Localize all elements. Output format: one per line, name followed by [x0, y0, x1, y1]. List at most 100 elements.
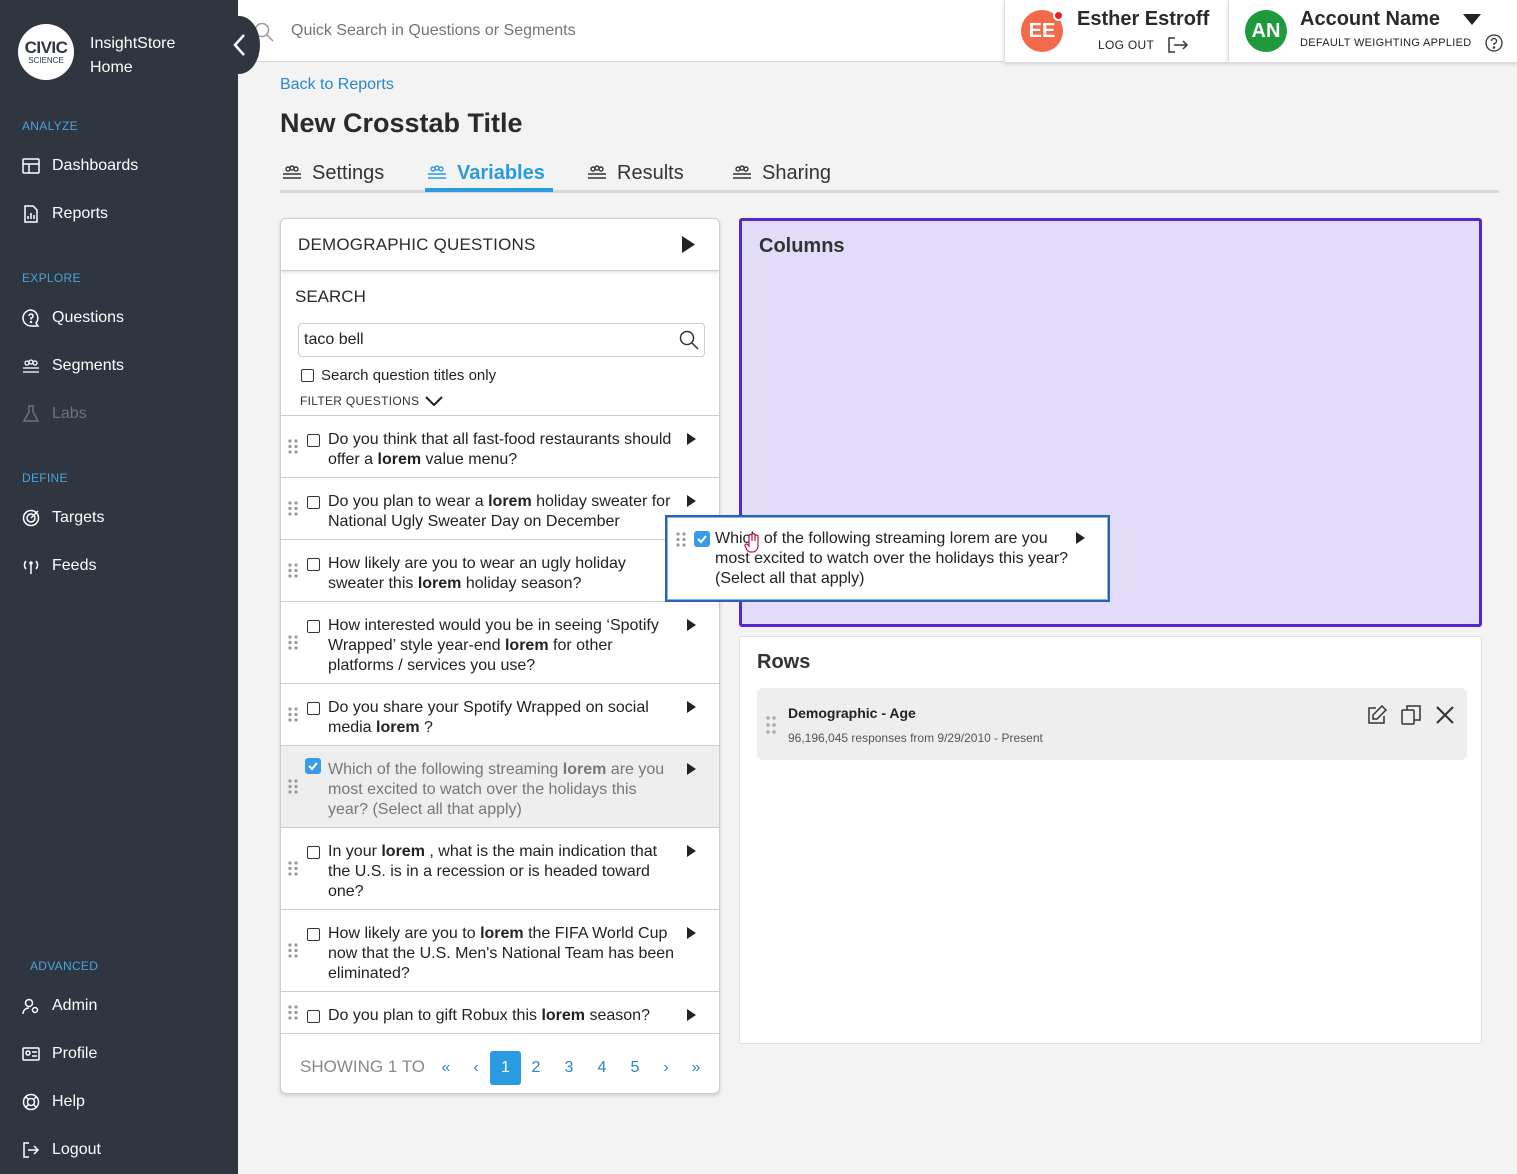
- tab-settings[interactable]: Settings: [282, 158, 384, 188]
- close-icon[interactable]: [1435, 705, 1455, 725]
- drag-handle-icon[interactable]: [288, 861, 298, 876]
- page-4-button[interactable]: 4: [595, 1051, 609, 1085]
- tab-results-label: Results: [617, 161, 684, 184]
- question-picker-panel: DEMOGRAPHIC QUESTIONS SEARCH Search ques…: [280, 218, 720, 1094]
- titles-only-option[interactable]: Search question titles only: [301, 367, 496, 384]
- caret-right-icon[interactable]: [687, 701, 696, 713]
- civic-science-logo[interactable]: CIVIC SCIENCE: [18, 24, 74, 80]
- question-checkbox[interactable]: [307, 620, 320, 633]
- first-page-button[interactable]: «: [439, 1051, 453, 1085]
- filter-questions-label: FILTER QUESTIONS: [300, 394, 420, 408]
- caret-right-icon[interactable]: [687, 927, 696, 939]
- nav-dashboards[interactable]: Dashboards: [22, 154, 138, 178]
- next-page-button[interactable]: ›: [659, 1051, 673, 1085]
- page-5-button[interactable]: 5: [628, 1051, 642, 1085]
- question-list-item[interactable]: How likely are you to wear an ugly holid…: [281, 540, 719, 602]
- last-page-button[interactable]: »: [689, 1051, 703, 1085]
- caret-right-icon[interactable]: [687, 763, 696, 775]
- question-checkbox[interactable]: [307, 496, 320, 509]
- drag-handle-icon[interactable]: [288, 779, 298, 794]
- demographic-questions-header[interactable]: DEMOGRAPHIC QUESTIONS: [281, 219, 719, 271]
- question-checkbox[interactable]: [307, 928, 320, 941]
- caret-down-icon[interactable]: [1463, 14, 1481, 25]
- flask-icon: [22, 405, 40, 422]
- edit-icon[interactable]: [1367, 705, 1387, 725]
- question-list-item[interactable]: Do you think that all fast-food restaura…: [281, 416, 719, 478]
- question-checkbox[interactable]: [307, 434, 320, 447]
- question-text-post: value menu?: [421, 451, 518, 468]
- question-checkbox[interactable]: [307, 846, 320, 859]
- back-to-reports-link[interactable]: Back to Reports: [280, 76, 394, 94]
- question-checkbox[interactable]: [307, 558, 320, 571]
- copy-icon[interactable]: [1401, 705, 1421, 725]
- section-explore: EXPLORE: [22, 271, 81, 285]
- dashboard-icon: [22, 158, 40, 174]
- tab-variables[interactable]: Variables: [427, 158, 545, 188]
- caret-right-icon[interactable]: [687, 619, 696, 631]
- question-text-highlight: lorem: [488, 493, 532, 510]
- page-1-button[interactable]: 1: [490, 1051, 521, 1085]
- drag-handle-icon[interactable]: [288, 707, 298, 722]
- tab-sharing[interactable]: Sharing: [732, 158, 831, 188]
- logout-link[interactable]: LOG OUT: [1098, 37, 1189, 53]
- question-search-input[interactable]: [298, 323, 705, 357]
- page-2-button[interactable]: 2: [529, 1051, 543, 1085]
- segments-icon: [428, 165, 446, 179]
- caret-right-icon[interactable]: [687, 1009, 696, 1021]
- question-checkbox[interactable]: [307, 702, 320, 715]
- prev-page-button[interactable]: ‹: [469, 1051, 483, 1085]
- question-list-item[interactable]: Do you plan to wear a lorem holiday swea…: [281, 478, 719, 540]
- account-menu[interactable]: AN Account Name DEFAULT WEIGHTING APPLIE…: [1228, 0, 1517, 62]
- question-checkbox[interactable]: [307, 1010, 320, 1023]
- caret-right-icon[interactable]: [687, 495, 696, 507]
- question-list-item[interactable]: Do you share your Spotify Wrapped on soc…: [281, 684, 719, 746]
- drag-handle-icon[interactable]: [288, 635, 298, 650]
- drag-handle-icon[interactable]: [766, 716, 776, 734]
- nav-admin[interactable]: Admin: [22, 994, 97, 1018]
- question-list-item[interactable]: How likely are you to lorem the FIFA Wor…: [281, 910, 719, 992]
- nav-help[interactable]: Help: [22, 1090, 85, 1114]
- nav-profile-label: Profile: [52, 1045, 98, 1062]
- search-icon[interactable]: [679, 330, 699, 350]
- grab-cursor-icon: [744, 533, 759, 553]
- filter-questions-toggle[interactable]: FILTER QUESTIONS: [300, 394, 443, 408]
- rows-drop-zone[interactable]: Rows Demographic - Age 96,196,045 respon…: [739, 636, 1482, 1044]
- drag-handle-icon[interactable]: [288, 1005, 298, 1020]
- question-text-highlight: lorem: [541, 1007, 586, 1024]
- question-text-highlight: lorem: [480, 925, 524, 942]
- collapse-sidebar-button[interactable]: [218, 16, 260, 74]
- question-list-item[interactable]: In your lorem , what is the main indicat…: [281, 828, 719, 910]
- app-brand[interactable]: InsightStore Home: [90, 32, 175, 80]
- nav-labs[interactable]: Labs: [22, 402, 87, 426]
- row-variable-card[interactable]: Demographic - Age 96,196,045 responses f…: [757, 688, 1467, 760]
- drag-handle-icon[interactable]: [288, 501, 298, 516]
- ghost-checkbox: [694, 531, 710, 547]
- tab-variables-label: Variables: [457, 161, 545, 184]
- page-3-button[interactable]: 3: [562, 1051, 576, 1085]
- nav-targets[interactable]: Targets: [22, 506, 104, 530]
- nav-segments[interactable]: Segments: [22, 354, 124, 378]
- caret-right-icon[interactable]: [687, 433, 696, 445]
- nav-questions[interactable]: Questions: [22, 306, 124, 330]
- drag-handle-icon[interactable]: [288, 439, 298, 454]
- question-list-item[interactable]: Which of the following streaming lorem a…: [281, 746, 719, 828]
- question-list-item[interactable]: How interested would you be in seeing ‘S…: [281, 602, 719, 684]
- nav-profile[interactable]: Profile: [22, 1042, 97, 1066]
- drag-handle-icon[interactable]: [288, 943, 298, 958]
- question-checkbox[interactable]: [305, 758, 321, 774]
- question-list-item[interactable]: Do you plan to gift Robux this lorem sea…: [281, 992, 719, 1034]
- help-circle-icon[interactable]: [1485, 34, 1503, 52]
- active-tab-indicator: [425, 188, 553, 192]
- columns-title: Columns: [759, 235, 845, 257]
- nav-reports[interactable]: Reports: [22, 202, 108, 226]
- nav-feeds[interactable]: Feeds: [22, 554, 96, 578]
- quick-search-input[interactable]: [291, 22, 891, 40]
- drag-handle-icon[interactable]: [288, 563, 298, 578]
- nav-logout[interactable]: Logout: [22, 1138, 101, 1162]
- titles-only-checkbox[interactable]: [301, 369, 314, 382]
- profile-card-icon: [22, 1047, 40, 1061]
- question-list: Do you think that all fast-food restaura…: [281, 415, 719, 1037]
- dragging-question-ghost[interactable]: Which of the following streaming lorem a…: [665, 515, 1110, 602]
- tab-results[interactable]: Results: [587, 158, 684, 188]
- caret-right-icon[interactable]: [687, 845, 696, 857]
